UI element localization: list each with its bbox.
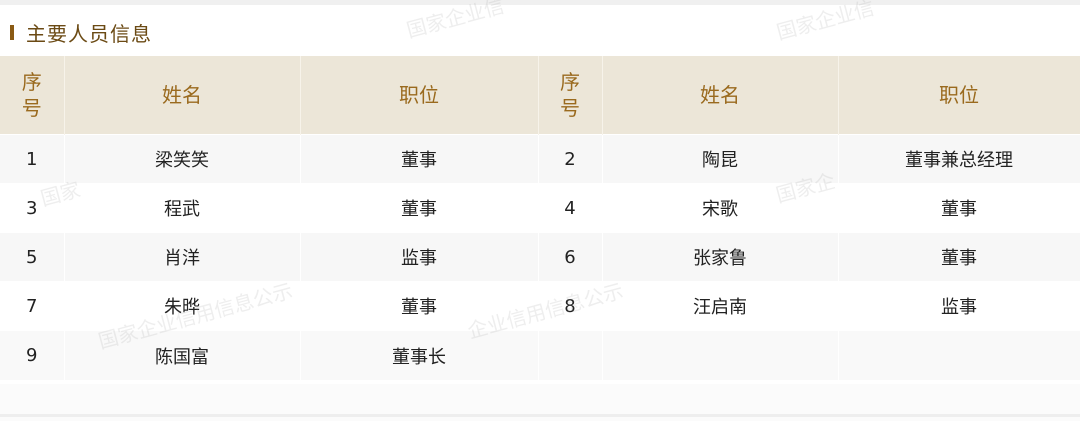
cell-index: 3 (0, 183, 65, 233)
top-divider (0, 0, 1080, 5)
cell-name: 陈国富 (64, 330, 301, 380)
cell-name (602, 330, 839, 380)
cell-position: 董事兼总经理 (838, 134, 1080, 184)
header-index: 序号 (0, 56, 65, 135)
section-header: 主要人员信息 (10, 18, 152, 46)
cell-name: 宋歌 (602, 183, 839, 233)
cell-index: 8 (538, 281, 603, 331)
table-row: 7 朱晔 董事 8 汪启南 监事 (0, 281, 1080, 331)
table-row: 5 肖洋 监事 6 张家鲁 董事 (0, 232, 1080, 282)
section-title: 主要人员信息 (26, 21, 152, 46)
cell-index: 4 (538, 183, 603, 233)
cell-position: 董事 (300, 281, 539, 331)
cell-name: 张家鲁 (602, 232, 839, 282)
table-row: 1 梁笑笑 董事 2 陶昆 董事兼总经理 (0, 134, 1080, 184)
cell-position: 董事 (838, 232, 1080, 282)
cell-name: 肖洋 (64, 232, 301, 282)
cell-index: 7 (0, 281, 65, 331)
header-name: 姓名 (64, 56, 301, 135)
cell-position: 监事 (838, 281, 1080, 331)
table-row: 3 程武 董事 4 宋歌 董事 (0, 183, 1080, 233)
header-name-2: 姓名 (602, 56, 839, 135)
header-position-2: 职位 (838, 56, 1080, 135)
cell-index: 1 (0, 134, 65, 184)
cell-index: 9 (0, 330, 65, 380)
bottom-divider (0, 414, 1080, 417)
cell-position: 董事 (838, 183, 1080, 233)
cell-index: 2 (538, 134, 603, 184)
cell-position: 董事 (300, 134, 539, 184)
cell-index (538, 330, 603, 380)
header-position: 职位 (300, 56, 539, 135)
cell-index: 6 (538, 232, 603, 282)
page: 主要人员信息 序号 姓名 职位 序号 姓名 职位 1 梁笑笑 董事 2 陶昆 董… (0, 0, 1080, 421)
cell-position (838, 330, 1080, 380)
cell-position: 董事长 (300, 330, 539, 380)
table-header-row: 序号 姓名 职位 序号 姓名 职位 (0, 56, 1080, 135)
section-accent-bar (10, 24, 14, 40)
key-personnel-table: 序号 姓名 职位 序号 姓名 职位 1 梁笑笑 董事 2 陶昆 董事兼总经理 3… (0, 56, 1080, 380)
cell-name: 梁笑笑 (64, 134, 301, 184)
header-index-2: 序号 (538, 56, 603, 135)
watermark-text: 国家企业信 (403, 0, 507, 43)
cell-name: 陶昆 (602, 134, 839, 184)
table-row: 9 陈国富 董事长 (0, 330, 1080, 380)
cell-name: 朱晔 (64, 281, 301, 331)
cell-position: 董事 (300, 183, 539, 233)
watermark-text: 国家企业信 (773, 0, 877, 45)
cell-name: 汪启南 (602, 281, 839, 331)
cell-index: 5 (0, 232, 65, 282)
cell-name: 程武 (64, 183, 301, 233)
cell-position: 监事 (300, 232, 539, 282)
